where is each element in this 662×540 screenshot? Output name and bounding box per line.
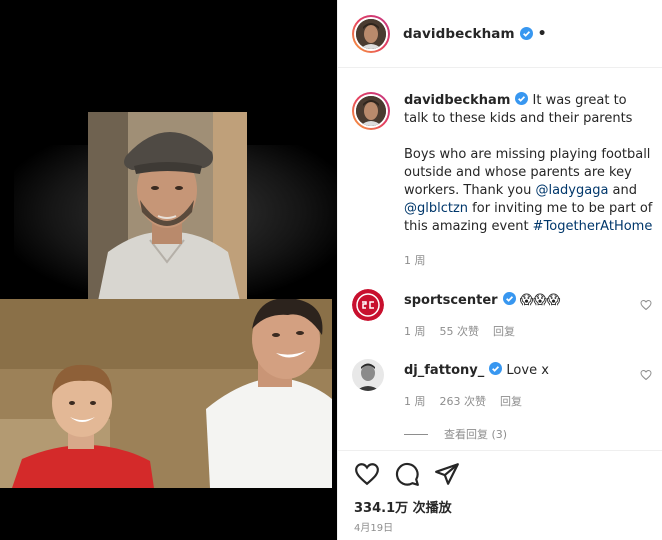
comment-text: Love x: [506, 363, 549, 378]
verified-badge-icon: [502, 292, 516, 305]
comment-heart-icon[interactable]: [640, 299, 652, 311]
caption-avatar-image: [356, 96, 386, 126]
heart-icon[interactable]: [354, 461, 380, 487]
verified-badge-icon: [489, 362, 503, 375]
boy-and-man-image: [0, 299, 332, 488]
action-icons-row: [354, 461, 460, 487]
verified-badge-icon: [519, 27, 533, 40]
video-player[interactable]: [0, 0, 337, 540]
mention-glblctzn[interactable]: @glblctzn: [404, 201, 468, 216]
mention-ladygaga[interactable]: @ladygaga: [535, 183, 608, 198]
comment-heart-icon[interactable]: [640, 369, 652, 381]
sportscenter-logo-icon: [352, 289, 384, 321]
dj-fattony-avatar-image: [352, 359, 384, 391]
comment-body: sportscenter 😱😱😱: [404, 292, 624, 310]
paper-plane-icon[interactable]: [434, 461, 460, 487]
comment-username[interactable]: sportscenter: [404, 293, 498, 308]
comment-body: dj_fattony_ Love x: [404, 362, 624, 380]
comment-reply-button[interactable]: 回复: [500, 393, 522, 409]
view-replies-button[interactable]: 查看回复 (3): [404, 426, 507, 442]
comment-username[interactable]: dj_fattony_: [404, 363, 484, 378]
caption-time-ago: 1 周: [404, 254, 426, 267]
header-separator: •: [537, 25, 547, 42]
verified-badge-icon: [515, 92, 529, 105]
comment-avatar-dj-fattony[interactable]: [352, 359, 384, 391]
post-sidebar: davidbeckham • davidbeckham It was great…: [337, 0, 662, 540]
caption-text: davidbeckham It was great to talk to the…: [404, 92, 654, 236]
caption-avatar[interactable]: [352, 92, 390, 130]
comment-likes[interactable]: 55 次赞: [440, 323, 480, 339]
comment-bubble-icon[interactable]: [394, 461, 420, 487]
post-header: davidbeckham •: [338, 0, 662, 68]
caption-and: and: [608, 183, 638, 198]
man-in-flat-cap-image: [88, 112, 247, 301]
comment-avatar-sportscenter[interactable]: [352, 289, 384, 321]
post-date: 4月19日: [354, 523, 394, 534]
hashtag-togetherathome[interactable]: #TogetherAtHome: [533, 219, 653, 234]
replies-divider-line: [404, 433, 428, 435]
author-avatar[interactable]: [352, 14, 390, 53]
comment-meta: 1 周 263 次赞 回复: [404, 393, 522, 409]
comment-text: 😱😱😱: [519, 293, 561, 308]
view-count[interactable]: 334.1万 次播放: [354, 497, 452, 516]
video-call-frame-bottom: [0, 299, 332, 488]
author-avatar-image: [356, 18, 386, 49]
caption-username[interactable]: davidbeckham: [404, 93, 510, 108]
post-actions: 334.1万 次播放 4月19日: [338, 450, 662, 540]
view-replies-label: 查看回复 (3): [444, 428, 508, 441]
comment-time: 1 周: [404, 325, 426, 338]
comment-meta: 1 周 55 次赞 回复: [404, 323, 515, 339]
comment-reply-button[interactable]: 回复: [493, 323, 515, 339]
author-username[interactable]: davidbeckham: [403, 26, 515, 42]
comment-likes[interactable]: 263 次赞: [440, 393, 487, 409]
comment-time: 1 周: [404, 395, 426, 408]
video-call-frame-top: [88, 112, 247, 301]
